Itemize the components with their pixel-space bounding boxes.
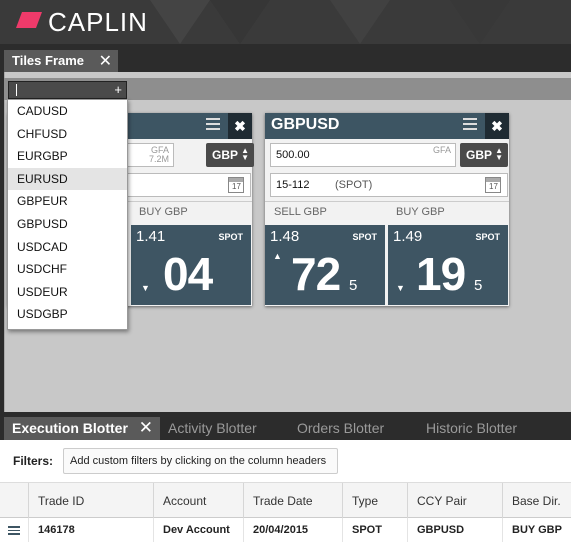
- pair-option[interactable]: USDCHF: [8, 258, 127, 281]
- filter-hint-button[interactable]: Add custom filters by clicking on the co…: [63, 448, 338, 474]
- arrow-down-icon: ▼: [396, 283, 405, 293]
- cell-trade-date: 20/04/2015: [243, 518, 342, 542]
- blotter-grid-header: Trade ID Account Trade Date Type CCY Pai…: [0, 482, 571, 519]
- close-icon[interactable]: ✕: [99, 51, 112, 71]
- table-row[interactable]: 146178 Dev Account 20/04/2015 SPOT GBPUS…: [0, 518, 571, 542]
- column-header-account[interactable]: Account: [153, 483, 243, 519]
- arrow-down-icon: ▼: [141, 283, 150, 293]
- tile-header: GBPUSD ✖: [265, 113, 509, 139]
- sort-arrows-icon: ▲ ▼: [495, 146, 503, 162]
- row-menu-icon[interactable]: [8, 526, 20, 537]
- sell-price-button[interactable]: 1.48 SPOT ▲ 72 5: [265, 225, 385, 305]
- trade-tile-gbpusd: GBPUSD ✖ 500.00 GFA GBP ▲ ▼ 15-112 (SPOT)…: [265, 113, 509, 306]
- cell-ccy-pair: GBPUSD: [407, 518, 502, 542]
- filter-row: Filters: Add custom filters by clicking …: [0, 440, 571, 482]
- column-header-trade-id[interactable]: Trade ID: [28, 483, 153, 519]
- sort-arrows-icon: ▲ ▼: [241, 146, 249, 162]
- tiles-frame-tabbar: Tiles Frame ✕: [0, 44, 571, 72]
- filters-label: Filters:: [13, 454, 54, 468]
- close-tile-icon[interactable]: ✖: [228, 113, 252, 139]
- cell-trade-id: 146178: [28, 518, 153, 542]
- pair-option[interactable]: CHFUSD: [8, 123, 127, 146]
- cell-type: SPOT: [342, 518, 407, 542]
- blotter-tabbar: Execution Blotter ✕ Activity Blotter Ord…: [0, 412, 571, 440]
- gfa-label: GFA 7.2M: [148, 145, 169, 164]
- amount-field[interactable]: 500.00 GFA: [270, 143, 456, 167]
- calendar-icon[interactable]: 17: [485, 177, 501, 193]
- text-caret: [16, 84, 17, 96]
- add-tile-icon[interactable]: +: [114, 82, 122, 97]
- tab-activity-blotter[interactable]: Activity Blotter: [168, 420, 257, 436]
- brand-name: CAPLIN: [48, 7, 148, 37]
- pair-option[interactable]: USDGBP: [8, 303, 127, 326]
- caplin-logo-icon: [16, 12, 42, 28]
- app-header: CAPLIN: [0, 0, 571, 44]
- column-header-type[interactable]: Type: [342, 483, 407, 519]
- pair-option[interactable]: GBPEUR: [8, 190, 127, 213]
- menu-icon[interactable]: [206, 118, 220, 133]
- column-header-trade-date[interactable]: Trade Date: [243, 483, 342, 519]
- cell-account: Dev Account: [153, 518, 243, 542]
- cell-base-dir: BUY GBP: [502, 518, 571, 542]
- side-labels: SELL GBP BUY GBP: [265, 201, 509, 223]
- tab-orders-blotter[interactable]: Orders Blotter: [297, 420, 384, 436]
- calendar-icon[interactable]: 17: [228, 177, 244, 193]
- pair-option[interactable]: USDEUR: [8, 281, 127, 304]
- close-tile-icon[interactable]: ✖: [485, 113, 509, 139]
- tab-tiles-frame[interactable]: Tiles Frame ✕: [4, 50, 118, 72]
- tab-historic-blotter[interactable]: Historic Blotter: [426, 420, 517, 436]
- pair-option[interactable]: GBPUSD: [8, 213, 127, 236]
- tab-execution-blotter[interactable]: Execution Blotter ✕: [4, 417, 160, 440]
- column-header-base-dir[interactable]: Base Dir.: [502, 483, 571, 519]
- menu-icon[interactable]: [463, 118, 477, 133]
- close-icon[interactable]: ✕: [139, 418, 153, 438]
- column-header-ccy-pair[interactable]: CCY Pair: [407, 483, 502, 519]
- pair-dropdown-list: CADUSD CHFUSD EURGBP EURUSD GBPEUR GBPUS…: [7, 99, 128, 330]
- pair-option[interactable]: CADUSD: [8, 100, 127, 123]
- pair-search-input[interactable]: +: [8, 81, 127, 99]
- pair-option[interactable]: EURGBP: [8, 145, 127, 168]
- arrow-up-icon: ▲: [273, 251, 282, 261]
- pair-option[interactable]: USDCAD: [8, 236, 127, 259]
- buy-price-button[interactable]: 1.49 SPOT ▼ 19 5: [388, 225, 508, 305]
- tile-title: GBPUSD: [271, 116, 340, 133]
- pair-option-highlighted[interactable]: EURUSD: [8, 167, 127, 191]
- currency-toggle-button[interactable]: GBP ▲ ▼: [460, 143, 508, 167]
- currency-toggle-button[interactable]: GBP ▲ ▼: [206, 143, 254, 167]
- tab-tiles-frame-label: Tiles Frame: [12, 53, 85, 68]
- settlement-date-field[interactable]: 15-112 (SPOT) 17: [270, 173, 508, 197]
- buy-price-button[interactable]: 1.41 SPOT ▼ 04: [131, 225, 251, 305]
